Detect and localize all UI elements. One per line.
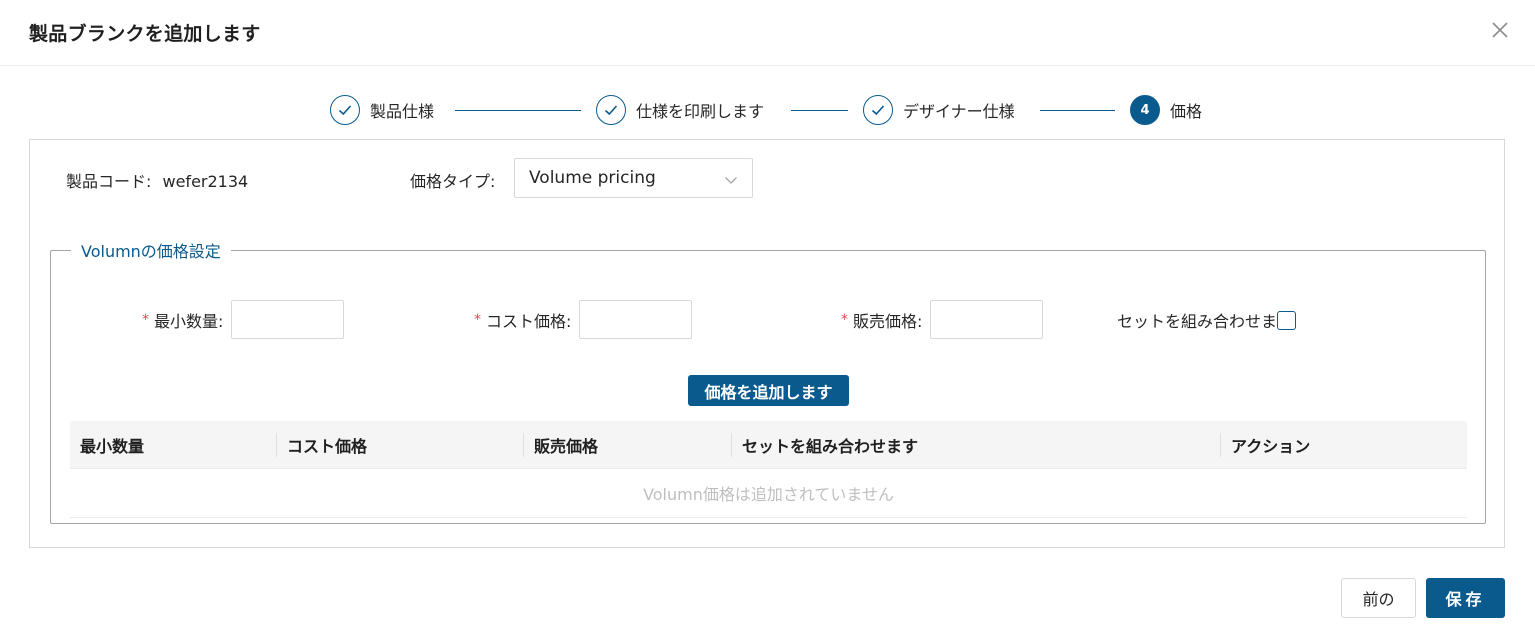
combine-set-checkbox[interactable] (1277, 310, 1297, 330)
table-header: 最小数量 コスト価格 販売価格 セットを組み合わせます アクション (70, 421, 1467, 469)
column-header: アクション (1231, 437, 1311, 456)
required-mark: * (474, 311, 481, 328)
combine-set-label: セットを組み合わせま (1117, 312, 1278, 331)
step-number: 4 (1130, 95, 1160, 125)
step-label: デザイナー仕様 (903, 102, 1015, 121)
table-empty-state: Volumn価格は追加されていません (70, 469, 1467, 518)
save-button[interactable]: 保存 (1426, 578, 1505, 618)
cost-price-input[interactable] (579, 300, 693, 339)
sale-price-field: * 販売価格: (841, 300, 1044, 339)
check-icon (596, 95, 626, 125)
product-code: 製品コード: wefer2134 (66, 168, 248, 192)
required-mark: * (142, 311, 149, 328)
min-qty-input[interactable] (231, 300, 345, 339)
column-header: セットを組み合わせます (742, 437, 919, 456)
check-icon (863, 95, 893, 125)
step-label: 製品仕様 (370, 102, 435, 121)
step-connector (455, 110, 581, 111)
column-header: 販売価格 (534, 437, 599, 456)
step-product-spec[interactable]: 製品仕様 (330, 94, 434, 126)
volumn-legend: Volumnの価格設定 (81, 242, 221, 261)
sale-price-label: 販売価格: (853, 311, 923, 331)
min-qty-label: 最小数量: (154, 311, 224, 331)
step-print-spec[interactable]: 仕様を印刷します (596, 94, 764, 126)
volumn-price-table: 最小数量 コスト価格 販売価格 セットを組み合わせます アクション Volumn… (70, 421, 1467, 518)
step-label: 仕様を印刷します (636, 102, 765, 121)
cost-price-label: コスト価格: (486, 311, 572, 331)
price-content: 製品コード: wefer2134 価格タイプ: Volume pricing V… (29, 139, 1505, 548)
step-connector (1040, 110, 1115, 111)
dialog-title: 製品ブランクを追加します (29, 23, 261, 45)
step-price[interactable]: 4 価格 (1130, 94, 1202, 126)
sale-price-input[interactable] (930, 300, 1044, 339)
required-mark: * (841, 311, 848, 328)
step-designer-spec[interactable]: デザイナー仕様 (863, 94, 1015, 126)
dialog-header: 製品ブランクを追加します (0, 0, 1535, 66)
product-code-value: wefer2134 (162, 172, 249, 191)
chevron-down-icon (724, 172, 738, 186)
column-header: 最小数量 (80, 437, 145, 456)
combine-set-field: セットを組み合わせま (1117, 308, 1297, 332)
product-code-label: 製品コード: (66, 172, 152, 191)
previous-button[interactable]: 前の (1341, 578, 1416, 618)
price-type-value: Volume pricing (529, 168, 656, 188)
close-icon[interactable] (1490, 20, 1510, 40)
column-header: コスト価格 (287, 437, 368, 456)
step-connector (791, 110, 848, 111)
min-qty-field: * 最小数量: (142, 300, 345, 339)
volumn-price-settings: Volumnの価格設定 * 最小数量: * コスト価格: * 販売価格: セット… (50, 238, 1486, 524)
check-icon (330, 95, 360, 125)
price-type-select[interactable]: Volume pricing (514, 158, 753, 198)
cost-price-field: * コスト価格: (474, 300, 693, 339)
add-product-blank-dialog: 製品ブランクを追加します 製品仕様 仕様を印刷します デザイナー仕様 4 価格 … (0, 0, 1535, 643)
price-type-label: 価格タイプ: (410, 172, 496, 191)
steps-bar: 製品仕様 仕様を印刷します デザイナー仕様 4 価格 (0, 94, 1535, 128)
add-price-button[interactable]: 価格を追加します (688, 375, 849, 406)
step-label: 価格 (1170, 102, 1203, 121)
